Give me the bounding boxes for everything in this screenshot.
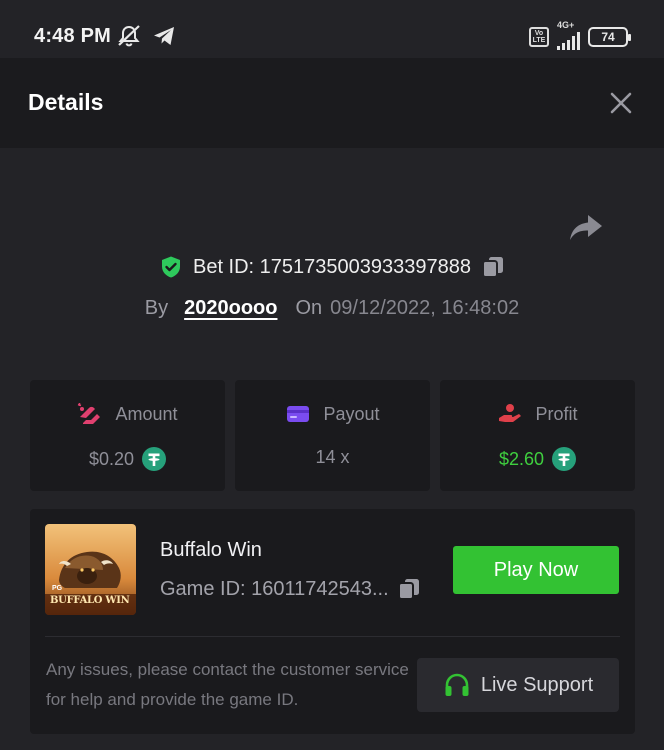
bet-stats: Amount $0.20 Payout 14 x Profit $2.60 [30,380,635,491]
on-label: On [295,297,323,319]
header: Details [0,58,664,148]
status-time: 4:48 PM [34,25,111,47]
bet-id: Bet ID: 1751735003933397888 [192,255,472,278]
tether-icon [142,447,167,471]
game-card: PG BUFFALO WIN Buffalo Win Game ID: 1601… [30,509,635,734]
payout-value: 14 x [315,447,350,467]
play-now-button[interactable]: Play Now [453,546,619,594]
live-support-label: Live Support [480,673,594,696]
volte-icon: Vo LTE [529,27,549,47]
payout-icon [287,406,310,422]
stat-card-profit: Profit $2.60 [440,380,635,491]
stat-card-payout: Payout 14 x [235,380,430,491]
game-id: Game ID: 16011742543... [160,577,389,600]
profit-icon [499,404,522,422]
support-text: Any issues, please contact the customer … [46,660,409,709]
bet-id-row: Bet ID: 1751735003933397888 [0,255,664,279]
bet-datetime: 09/12/2022, 16:48:02 [330,297,520,319]
payout-label: Payout [323,403,380,424]
signal-icon [557,32,580,50]
copy-icon[interactable] [481,255,505,279]
battery-icon: 74 [588,27,631,47]
close-icon[interactable] [608,90,634,116]
profit-value: $2.60 [498,448,545,469]
amount-value: $0.20 [88,448,135,469]
battery-level: 74 [601,30,615,44]
live-support-button[interactable]: Live Support [417,658,619,712]
network-type: 4G+ [557,20,575,30]
headset-icon [445,673,469,696]
thumb-title: BUFFALO WIN [50,595,130,606]
game-thumbnail[interactable]: PG BUFFALO WIN [45,524,136,615]
stat-card-amount: Amount $0.20 [30,380,225,491]
bell-off-icon [118,25,140,47]
thumb-brand: PG [52,585,63,592]
page-title: Details [28,89,104,115]
game-name: Buffalo Win [160,539,262,561]
tether-icon [552,447,577,471]
username-link[interactable]: 2020oooo [184,297,277,320]
game-id-row: Game ID: 16011742543... [160,577,421,601]
copy-icon[interactable] [397,577,421,601]
amount-label: Amount [115,403,178,424]
by-label: By [144,297,169,319]
divider [45,636,620,637]
share-icon[interactable] [568,212,604,242]
shield-check-icon [161,256,180,278]
bet-author-row: By 2020oooo On 09/12/2022, 16:48:02 [0,297,664,320]
telegram-icon [154,27,174,45]
amount-icon [78,403,101,424]
profit-label: Profit [535,403,578,424]
status-bar: 4:48 PM Vo LTE 4G+ 74 [0,0,664,58]
